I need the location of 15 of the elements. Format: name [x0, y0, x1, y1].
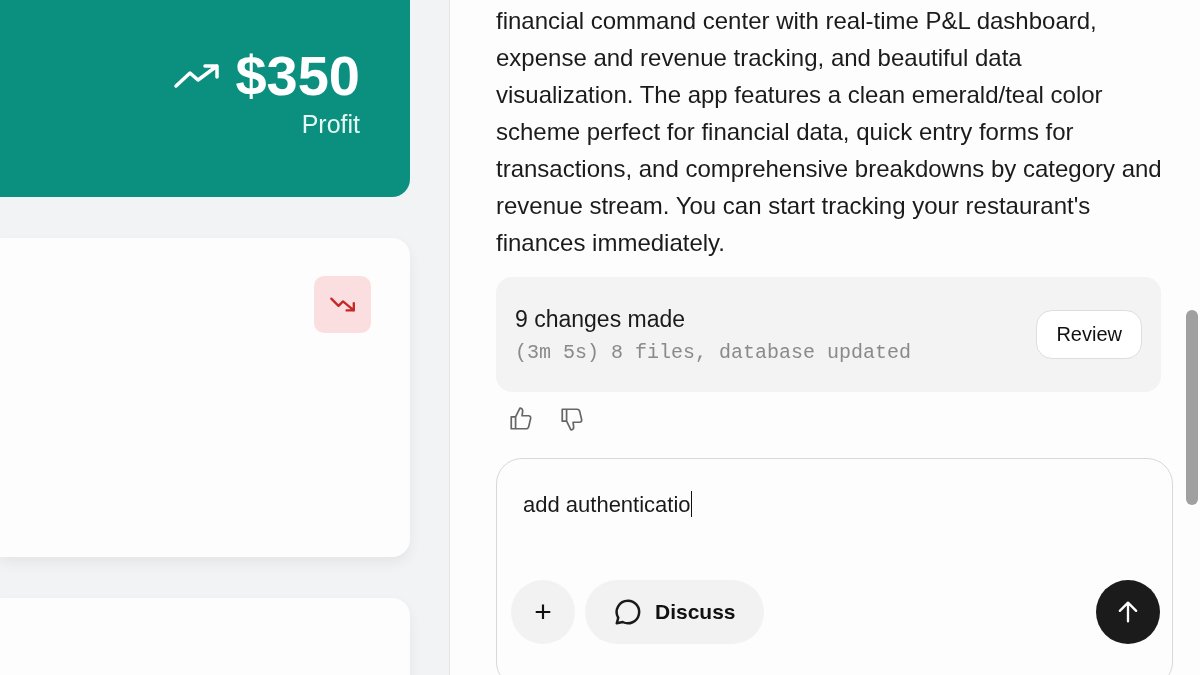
add-button[interactable]: +: [511, 580, 575, 644]
assistant-message: financial command center with real-time P&L dashboard, expense and revenue tracking, and beautiful data visualization. The app features a clean emerald/teal color scheme perfect for financial data, quick entry forms for transactions, and comprehensive breakdowns by category and revenue stream. You can start tracking your restaurant's finances immediately.: [496, 6, 1163, 258]
message-field[interactable]: add authenticatio + Discuss: [496, 458, 1173, 675]
scrollbar-thumb[interactable]: [1186, 310, 1198, 505]
profit-amount: $350: [235, 44, 360, 108]
changes-detail: (3m 5s) 8 files, database updated: [515, 340, 912, 364]
trending-up-icon: [173, 63, 222, 89]
thumbs-up-icon[interactable]: [508, 406, 534, 432]
profit-label: Profit: [301, 110, 360, 139]
discuss-button[interactable]: Discuss: [585, 580, 764, 644]
review-button[interactable]: Review: [1036, 310, 1142, 359]
thumbs-down-icon[interactable]: [559, 406, 585, 432]
changes-title: 9 changes made: [515, 305, 687, 333]
trending-down-icon: [327, 295, 358, 314]
chat-bubble-icon: [613, 597, 643, 627]
